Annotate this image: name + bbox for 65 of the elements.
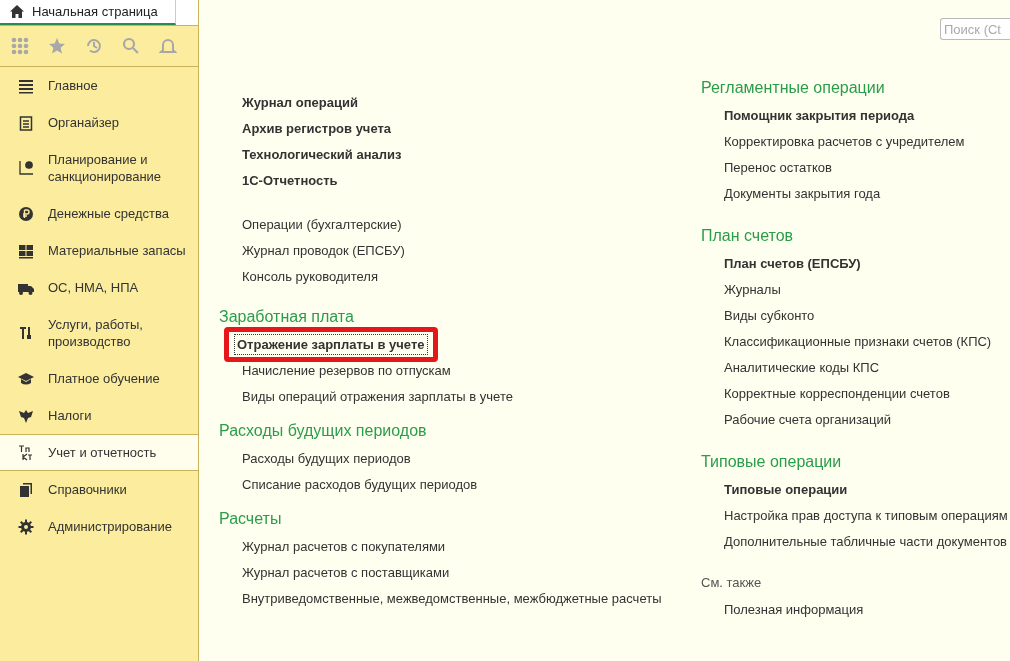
- menu-link[interactable]: Журнал проводок (ЕПСБУ): [240, 240, 407, 260]
- section-heading: План счетов: [701, 226, 795, 246]
- menu-link[interactable]: Помощник закрытия периода: [722, 105, 917, 125]
- sidebar-item[interactable]: Органайзер: [0, 104, 198, 141]
- apps-grid-icon[interactable]: [11, 37, 29, 55]
- menu-link[interactable]: Расходы будущих периодов: [240, 448, 413, 468]
- sidebar-item[interactable]: Материальные запасы: [0, 232, 198, 269]
- menu-link[interactable]: Документы закрытия года: [722, 183, 883, 203]
- menu-link[interactable]: Виды субконто: [722, 305, 817, 325]
- menu-link[interactable]: Дополнительные табличные части документов: [722, 531, 1010, 551]
- sidebar-item[interactable]: Услуги, работы, производство: [0, 306, 198, 360]
- menu-link[interactable]: Архив регистров учета: [240, 118, 394, 138]
- section-heading: Расчеты: [219, 509, 283, 529]
- menu-link[interactable]: Журнал операций: [240, 92, 360, 112]
- section-heading: Расходы будущих периодов: [219, 421, 428, 441]
- menu-link[interactable]: Консоль руководителя: [240, 266, 380, 286]
- gear-icon: [18, 518, 34, 535]
- menu-link[interactable]: Списание расходов будущих периодов: [240, 474, 480, 494]
- debit-credit-icon: [18, 444, 34, 461]
- menu-link[interactable]: Отражение зарплаты в учете: [234, 333, 428, 355]
- sidebar-item[interactable]: Администрирование: [0, 508, 198, 545]
- menu-link[interactable]: Классификационные признаки счетов (КПС): [722, 331, 994, 351]
- section-heading: Заработная плата: [219, 307, 355, 327]
- menu-link[interactable]: Журналы: [722, 279, 783, 299]
- sidebar-item[interactable]: Учет и отчетность: [0, 434, 198, 471]
- menu-link[interactable]: Технологический анализ: [240, 144, 404, 164]
- grid-icon: [18, 242, 34, 259]
- books-icon: [18, 481, 34, 498]
- menu-link[interactable]: Перенос остатков: [722, 157, 834, 177]
- home-icon: [10, 5, 24, 18]
- clipboard-icon: [18, 114, 34, 131]
- menu-link[interactable]: Начисление резервов по отпускам: [240, 360, 453, 380]
- menu-link[interactable]: Операции (бухгалтерские): [240, 214, 404, 234]
- section-heading: Регламентные операции: [701, 78, 886, 98]
- menu-link[interactable]: План счетов (ЕПСБУ): [722, 253, 863, 273]
- see-also-heading: См. также: [701, 574, 763, 592]
- star-icon[interactable]: [48, 37, 66, 55]
- menu-link[interactable]: Настройка прав доступа к типовым операциям: [722, 505, 1010, 525]
- coin-icon: [18, 205, 34, 222]
- sidebar-item[interactable]: Главное: [0, 67, 198, 104]
- menu-link[interactable]: Виды операций отражения зарплаты в учете: [240, 386, 515, 406]
- menu-link[interactable]: 1С-Отчетность: [240, 170, 340, 190]
- menu-link[interactable]: Корректные корреспонденции счетов: [722, 383, 952, 403]
- sidebar-item[interactable]: Планирование и санкционирование: [0, 141, 198, 195]
- menu-link[interactable]: Рабочие счета организаций: [722, 409, 894, 429]
- menu-link[interactable]: Журнал расчетов с покупателями: [240, 536, 448, 556]
- menu-link[interactable]: Аналитические коды КПС: [722, 357, 882, 377]
- menu-link[interactable]: Журнал расчетов с поставщиками: [240, 562, 452, 582]
- sidebar-item[interactable]: Налоги: [0, 397, 198, 434]
- menu-link[interactable]: Корректировка расчетов с учредителем: [722, 131, 967, 151]
- graduation-cap-icon: [18, 370, 34, 387]
- sidebar-item[interactable]: Платное обучение: [0, 360, 198, 397]
- list-icon: [18, 77, 34, 94]
- menu-link[interactable]: Типовые операции: [722, 479, 850, 499]
- chart-axes-icon: [18, 160, 34, 176]
- sidebar-item[interactable]: Справочники: [0, 471, 198, 508]
- menu-link[interactable]: Внутриведомственные, межведомственные, межбюджетные расчеты: [240, 588, 664, 608]
- search-field[interactable]: Поиск (Ct: [940, 18, 1010, 40]
- section-heading: Типовые операции: [701, 452, 843, 472]
- sidebar-item[interactable]: Денежные средства: [0, 195, 198, 232]
- menu-link[interactable]: Полезная информация: [722, 599, 866, 619]
- tools-icon: [18, 325, 34, 341]
- history-icon[interactable]: [85, 37, 103, 55]
- search-icon[interactable]: [122, 37, 140, 55]
- sidebar-item[interactable]: ОС, НМА, НПА: [0, 269, 198, 306]
